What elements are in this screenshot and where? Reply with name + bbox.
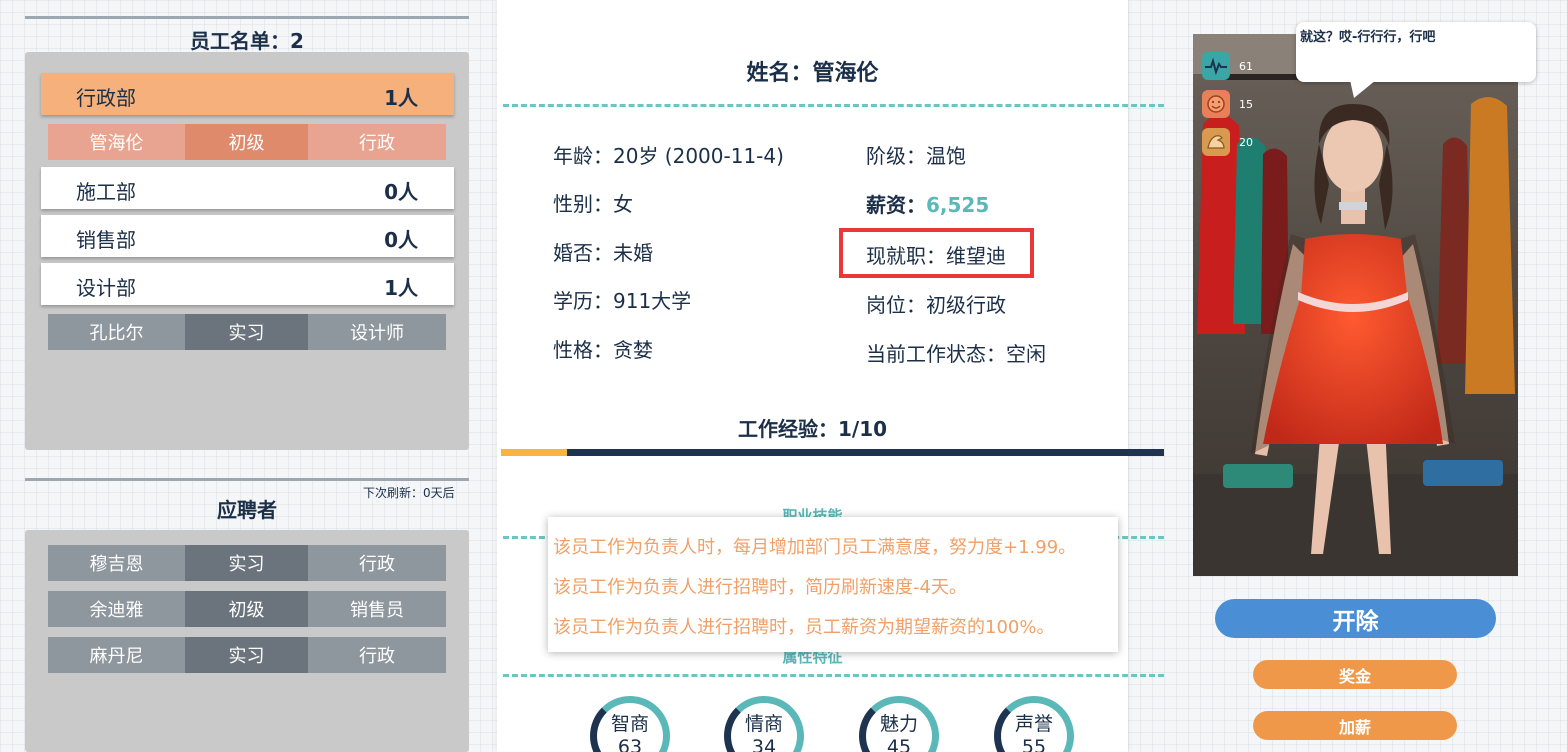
age-field: 年龄：20岁 (2000-11-4) (553, 144, 784, 168)
experience-label: 工作经验：1/10 (737, 417, 888, 441)
employee-level: 实习 (185, 314, 308, 350)
speech-bubble: 就这？哎-行行行，行吧 (1296, 22, 1536, 82)
charm-label: 魅力 (879, 713, 918, 735)
dept-row-admin[interactable]: 行政部 1人 (41, 73, 454, 115)
skill-tooltip: 该员工作为负责人时，每月增加部门员工满意度，努力度+1.99。 该员工作为负责人… (548, 517, 1118, 652)
muscle-icon (1202, 128, 1230, 156)
traits-divider (503, 674, 1164, 677)
speech-bubble-tail (1350, 80, 1376, 98)
employee-portrait (1193, 34, 1518, 576)
portrait-illustration (1193, 34, 1518, 576)
employee-name: 孔比尔 (48, 314, 185, 350)
applicant-role: 行政 (308, 637, 446, 673)
employee-role: 行政 (308, 124, 446, 160)
heartbeat-icon (1202, 52, 1230, 80)
dept-name: 销售部 (76, 228, 136, 252)
tooltip-line: 该员工作为负责人时，每月增加部门员工满意度，努力度+1.99。 (553, 537, 1077, 558)
dept-name: 设计部 (76, 276, 136, 300)
speech-text: 就这？哎-行行行，行吧 (1300, 30, 1436, 45)
charm-value: 45 (886, 736, 912, 752)
gender-field: 性别：女 (553, 192, 633, 216)
applicant-role: 销售员 (308, 591, 446, 627)
personality-field: 性格：贪婪 (553, 338, 653, 362)
employee-row-selected[interactable]: 管海伦 初级 行政 (48, 124, 446, 160)
applicants-section-divider (25, 478, 469, 481)
applicant-name: 麻丹尼 (48, 637, 185, 673)
smile-value: 15 (1239, 98, 1253, 111)
salary-label: 薪资： (866, 193, 926, 217)
applicant-level: 初级 (185, 591, 308, 627)
heartbeat-value: 61 (1239, 60, 1253, 73)
position-field: 岗位：初级行政 (866, 293, 1006, 317)
applicant-row[interactable]: 余迪雅 初级 销售员 (48, 591, 446, 627)
applicant-name: 余迪雅 (48, 591, 185, 627)
salary-field: 薪资：6,525 (866, 189, 989, 218)
class-field: 阶级：温饱 (866, 144, 966, 168)
dept-count: 1人 (384, 276, 418, 300)
applicant-name: 穆吉恩 (48, 545, 185, 581)
employee-role: 设计师 (308, 314, 446, 350)
raise-button[interactable]: 加薪 (1253, 711, 1457, 740)
education-field: 学历：911大学 (553, 289, 692, 313)
applicant-level: 实习 (185, 545, 308, 581)
dept-count: 0人 (384, 228, 418, 252)
staff-list-title: 员工名单：2 (190, 29, 304, 53)
employee-name-title: 姓名：管海伦 (746, 61, 879, 86)
marital-field: 婚否：未婚 (553, 241, 653, 265)
experience-bar (501, 449, 1164, 456)
smile-icon (1202, 90, 1230, 118)
name-divider (503, 104, 1164, 107)
tooltip-line: 该员工作为负责人进行招聘时，简历刷新速度-4天。 (553, 577, 967, 598)
dept-row-sales[interactable]: 销售部 0人 (41, 215, 454, 257)
reputation-label: 声誉 (1014, 713, 1053, 735)
tooltip-line: 该员工作为负责人进行招聘时，员工薪资为期望薪资的100%。 (553, 617, 1055, 638)
salary-value: 6,525 (926, 193, 990, 217)
dept-name: 行政部 (76, 86, 136, 110)
iq-label: 智商 (610, 713, 649, 735)
dept-row-construction[interactable]: 施工部 0人 (41, 167, 454, 209)
applicant-level: 实习 (185, 637, 308, 673)
eq-label: 情商 (744, 713, 783, 735)
staff-section-divider (25, 16, 469, 19)
dept-count: 1人 (384, 86, 418, 110)
applicant-row[interactable]: 麻丹尼 实习 行政 (48, 637, 446, 673)
bonus-button[interactable]: 奖金 (1253, 660, 1457, 689)
employee-level: 初级 (185, 124, 308, 160)
current-job-highlight (839, 228, 1034, 278)
applicant-row[interactable]: 穆吉恩 实习 行政 (48, 545, 446, 581)
work-status-field: 当前工作状态：空闲 (866, 342, 1046, 366)
employee-name: 管海伦 (48, 124, 185, 160)
dept-count: 0人 (384, 180, 418, 204)
employee-row[interactable]: 孔比尔 实习 设计师 (48, 314, 446, 350)
refresh-note: 下次刷新：0天后 (363, 486, 455, 500)
fire-button[interactable]: 开除 (1215, 599, 1496, 638)
dept-name: 施工部 (76, 180, 136, 204)
dept-row-design[interactable]: 设计部 1人 (41, 263, 454, 305)
applicant-role: 行政 (308, 545, 446, 581)
muscle-value: 20 (1239, 136, 1253, 149)
reputation-value: 55 (1021, 736, 1047, 752)
experience-bar-fill (501, 449, 568, 456)
eq-value: 34 (751, 736, 777, 752)
iq-value: 63 (617, 736, 643, 752)
